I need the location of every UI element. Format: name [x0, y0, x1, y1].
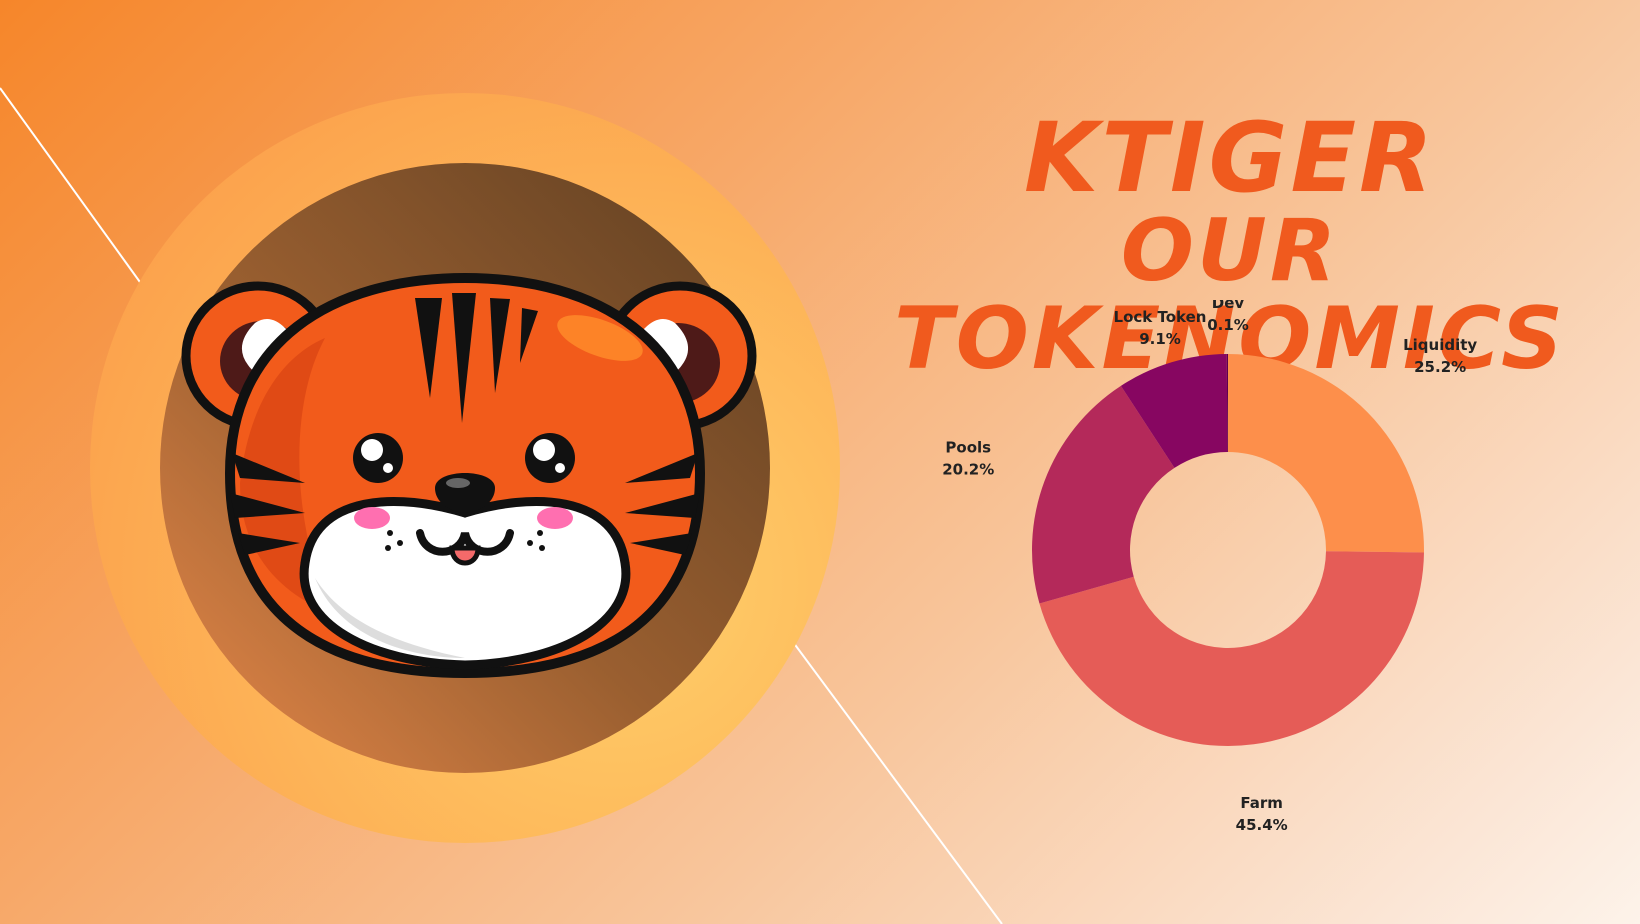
label-liquidity: Liquidity 25.2% [1403, 336, 1477, 376]
tokenomics-donut-chart: Liquidity 25.2% Farm 45.4% Pools 20.2% Lock To… [942, 300, 1477, 834]
slice-value: 9.1% [1139, 330, 1181, 348]
slice-name: Pools [945, 438, 991, 456]
slice-name: Dev [1212, 300, 1245, 312]
slice-name: Farm [1240, 794, 1283, 812]
label-pools: Pools 20.2% [942, 438, 994, 478]
title-line-1: KTIGER [1024, 102, 1436, 214]
slice-value: 20.2% [942, 460, 994, 478]
label-lock-token: Lock Token 9.1% [1114, 308, 1207, 348]
tiger-logo [90, 93, 840, 843]
slice-name: Lock Token [1114, 308, 1207, 326]
tiger-mascot-icon [90, 93, 840, 843]
slice-value: 45.4% [1236, 816, 1288, 834]
label-farm: Farm 45.4% [1236, 794, 1288, 834]
slice-value: 25.2% [1414, 358, 1466, 376]
label-dev: Dev 0.1% [1207, 300, 1249, 334]
slice-liquidity [1228, 354, 1424, 553]
slice-value: 0.1% [1207, 316, 1249, 334]
slice-name: Liquidity [1403, 336, 1477, 354]
